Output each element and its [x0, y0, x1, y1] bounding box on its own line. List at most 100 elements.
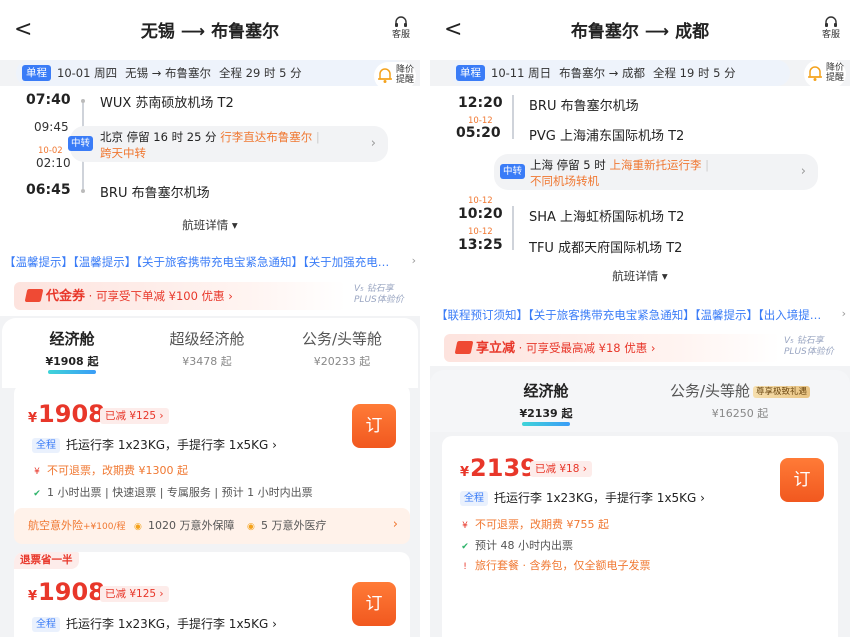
ticketing-text: 预计 48 小时内出票 — [475, 539, 573, 552]
book-button[interactable]: 订 — [352, 404, 396, 448]
transfer-departure-time: 02:10 — [36, 156, 71, 170]
insurance-bar[interactable]: 航空意外险+¥100/程 ◉ 1020 万意外保障 ◉ 5 万意外医疗 › — [14, 508, 410, 544]
tab-economy[interactable]: 经济舱 ¥2139 起 — [496, 380, 596, 426]
warning-icon: ! — [463, 562, 467, 572]
segment1-arrival-airport: PVG 上海浦东国际机场 T2 — [529, 129, 685, 144]
chevron-right-icon: › — [841, 307, 846, 320]
chevron-right-icon: › — [228, 289, 233, 303]
flight-details-toggle[interactable]: 航班详情 ▾ — [0, 217, 420, 233]
back-icon[interactable]: < — [14, 18, 32, 42]
transfer-tip-baggage: 行李直达布鲁塞尔 — [220, 130, 313, 144]
currency: ¥ — [460, 465, 470, 480]
transfer-city-stop: 北京 停留 16 时 25 分 — [100, 130, 217, 144]
baggage-info[interactable]: 全程 托运行李 1x23KG，手提行李 1x5KG › — [32, 436, 277, 453]
trip-summary: 单程 10-11 周日 布鲁塞尔 → 成都 全程 19 时 5 分 — [450, 60, 790, 86]
book-button[interactable]: 订 — [352, 582, 396, 626]
price-value: 1908 — [38, 400, 105, 428]
tab-business-first[interactable]: 公务/头等舱 尊享极致礼遇 ¥16250 起 — [650, 380, 830, 421]
check-icon: ✔ — [461, 542, 469, 552]
tab-underline — [48, 370, 96, 374]
transfer-departure-date: 10-02 — [38, 146, 63, 156]
tab-business-first[interactable]: 公务/头等舱 ¥20233 起 — [282, 328, 402, 369]
fare-card[interactable]: 退票省一半 ¥1908 已减 ¥125 › 订 全程 托运行李 1x23KG，手提… — [14, 552, 410, 637]
trip-route: 布鲁塞尔 → 成都 — [559, 66, 646, 80]
customer-service-button[interactable]: 客服 — [818, 16, 844, 41]
bell-icon — [378, 68, 392, 83]
plus-badge: V₅ 钻石享 PLUS体验价 — [784, 336, 834, 358]
cabin-price: ¥1908 起 — [45, 355, 99, 368]
tab-underline — [522, 422, 570, 426]
plus-line-2: PLUS体验价 — [784, 347, 834, 357]
page-title: 无锡 ⟶ 布鲁塞尔 — [140, 22, 280, 42]
alert-label-2: 提醒 — [396, 75, 415, 85]
baggage-info[interactable]: 全程 托运行李 1x23KG，手提行李 1x5KG › — [460, 489, 705, 506]
ticketing-info: ✔ 预计 48 小时内出票 — [460, 537, 573, 553]
flight-details-toggle[interactable]: 航班详情 ▾ — [430, 268, 850, 284]
notice-ticker[interactable]: 【温馨提示】【温馨提示】【关于旅客携带充电宝紧急通知】【关于加强充电… — [4, 254, 408, 270]
right-screen: < 布鲁塞尔 ⟶ 成都 客服 单程 10-11 周日 布鲁塞尔 → 成都 全程 19 … — [430, 0, 850, 637]
fare-card[interactable]: ¥2139 已减 ¥18 › 订 全程 托运行李 1x23KG，手提行李 1x5K… — [442, 436, 838, 637]
page-title: 布鲁塞尔 ⟶ 成都 — [570, 22, 710, 42]
discount-badge[interactable]: 已减 ¥125 › — [100, 408, 169, 424]
transfer-arrival-time: 09:45 — [34, 120, 69, 134]
trip-duration: 全程 29 时 5 分 — [219, 66, 302, 80]
promo-area: 【温馨提示】【温馨提示】【关于旅客携带充电宝紧急通知】【关于加强充电… › 代金… — [0, 246, 420, 316]
one-way-tag: 单程 — [22, 65, 51, 81]
cabin-tabs: 经济舱 ¥2139 起 公务/头等舱 尊享极致礼遇 ¥16250 起 — [430, 370, 850, 432]
cabin-name: 公务/头等舱 — [669, 382, 751, 400]
transfer-city-stop: 上海 停留 5 时 — [530, 158, 606, 172]
baggage-info[interactable]: 全程 托运行李 1x23KG，手提行李 1x5KG › — [32, 615, 277, 632]
alert-label-1: 降价 — [826, 63, 845, 73]
headset-icon — [395, 16, 407, 27]
plus-line-1: V₅ 钻石享 — [354, 284, 394, 294]
coupon-text: · 可享受下单减 ¥100 优惠 — [88, 289, 225, 303]
ticketing-info: ✔ 1 小时出票 | 快速退票 | 专属服务 | 预计 1 小时内出票 — [32, 484, 313, 500]
coupon-icon — [24, 289, 44, 302]
transfer-info[interactable]: 中转 北京 停留 16 时 25 分 行李直达布鲁塞尔 | 跨天中转 › — [68, 126, 388, 162]
left-screen: < 无锡 ⟶ 布鲁塞尔 客服 单程 10-01 周四 无锡 → 布鲁塞尔 全程 29 … — [0, 0, 420, 637]
chevron-right-icon: › — [370, 136, 376, 151]
cabin-name: 经济舱 — [523, 382, 569, 400]
customer-service-button[interactable]: 客服 — [388, 16, 414, 41]
full-trip-tag: 全程 — [32, 438, 60, 453]
departure-airport: WUX 苏南硕放机场 T2 — [100, 96, 234, 111]
header: < 无锡 ⟶ 布鲁塞尔 客服 单程 10-01 周四 无锡 → 布鲁塞尔 全程 29 … — [0, 0, 420, 86]
trip-duration: 全程 19 时 5 分 — [653, 66, 736, 80]
book-button[interactable]: 订 — [780, 458, 824, 502]
promo-area: 【联程预订须知】【关于旅客携带充电宝紧急通知】【温馨提示】【出入境提… › 享立… — [430, 296, 850, 366]
cabin-tabs: 经济舱 ¥1908 起 超级经济舱 ¥3478 起 公务/头等舱 ¥20233 … — [2, 318, 418, 388]
plus-badge: V₅ 钻石享 PLUS体验价 — [354, 284, 404, 306]
tab-economy[interactable]: 经济舱 ¥1908 起 — [22, 328, 122, 374]
transfer-tip-overnight: 跨天中转 — [100, 146, 146, 160]
segment2-departure-time: 10:20 — [458, 206, 503, 222]
arrival-time: 06:45 — [26, 182, 71, 198]
segment1-arrival-time: 05:20 — [456, 125, 501, 141]
discount-badge[interactable]: 已减 ¥18 › — [530, 461, 592, 477]
insurance-price: +¥100/程 — [83, 522, 126, 532]
ticketing-text: 1 小时出票 | 快速退票 | 专属服务 | 预计 1 小时内出票 — [47, 486, 313, 499]
package-info: ! 旅行套餐 · 含券包，仅全额电子发票 — [460, 557, 650, 573]
divider: | — [315, 130, 320, 144]
cabin-price: ¥20233 起 — [313, 355, 371, 368]
currency: ¥ — [28, 411, 38, 426]
service-label: 客服 — [821, 30, 840, 40]
back-icon[interactable]: < — [444, 18, 462, 42]
transfer-info[interactable]: 中转 上海 停留 5 时 上海重新托运行李 | 不同机场转机 › — [494, 154, 818, 190]
chevron-right-icon: › — [650, 341, 656, 355]
notice-ticker[interactable]: 【联程预订须知】【关于旅客携带充电宝紧急通知】【温馨提示】【出入境提… — [436, 307, 832, 323]
coupon-name: 代金券 — [46, 289, 86, 304]
plus-line-1: V₅ 钻石享 — [784, 336, 824, 346]
price-alert-button[interactable]: 降价 提醒 — [804, 60, 846, 88]
fare-card[interactable]: ¥1908 已减 ¥125 › 订 全程 托运行李 1x23KG，手提行李 1x5… — [14, 384, 410, 544]
refund-rule: ¥ 不可退票，改期费 ¥755 起 — [460, 516, 609, 532]
flight-segments: 07:40 WUX 苏南硕放机场 T2 09:45 10-02 02:10 中转… — [0, 86, 420, 246]
yen-icon: ¥ — [462, 521, 468, 531]
coupon-banner[interactable]: 代金券 · 可享受下单减 ¥100 优惠 › — [14, 282, 346, 310]
check-icon: ✔ — [33, 489, 41, 499]
tab-premium-economy[interactable]: 超级经济舱 ¥3478 起 — [152, 328, 262, 369]
coupon-banner[interactable]: 享立减 · 可享受最高减 ¥18 优惠 › — [444, 334, 780, 362]
one-way-tag: 单程 — [456, 65, 485, 81]
discount-badge[interactable]: 已减 ¥125 › — [100, 586, 169, 602]
alert-label-2: 提醒 — [826, 73, 845, 83]
shield-icon: ◉ — [247, 522, 255, 532]
